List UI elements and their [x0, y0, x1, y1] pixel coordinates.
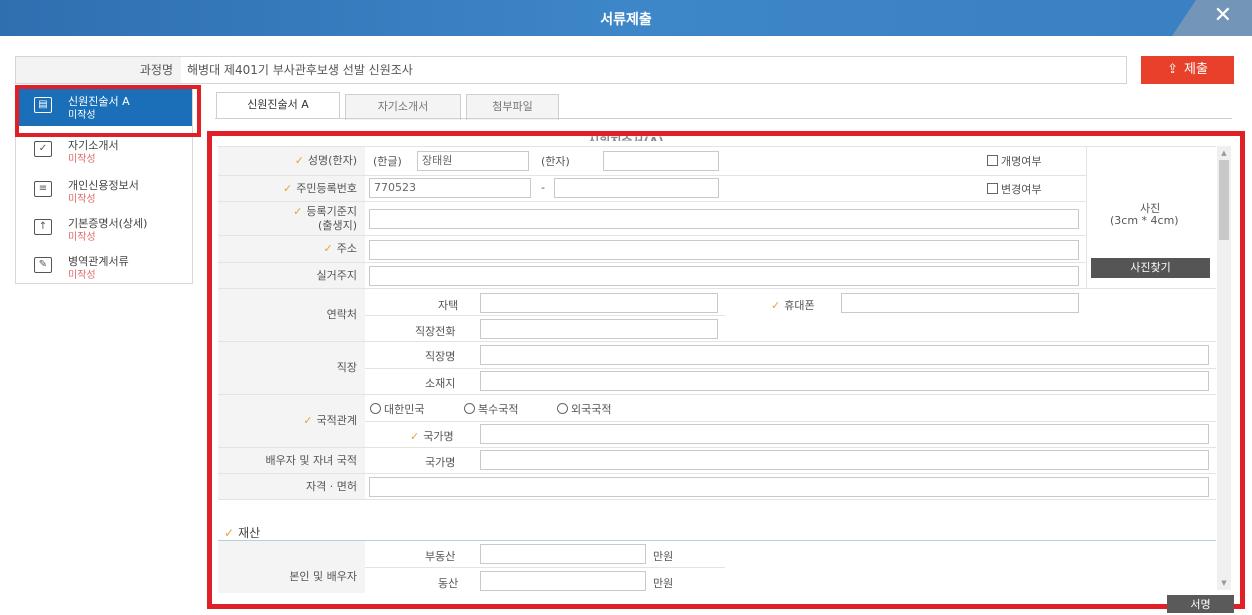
window-title: 서류제출 — [600, 12, 652, 28]
sidebar-item-status: 미작성 — [68, 194, 96, 205]
sidebar-item-statement-a[interactable]: ▤ 신원진술서 A 미작성 — [16, 88, 192, 126]
submit-label[interactable]: 제출 — [1184, 62, 1208, 77]
sidebar-item-status: 미작성 — [68, 232, 96, 243]
sidebar-item-military[interactable]: ✎ 병역관계서류 미작성 — [16, 248, 192, 286]
document-sidebar: ▤ 신원진술서 A 미작성 ✓ 자기소개서 미작성 ≡ 개인신용정보서 미작성 … — [15, 88, 193, 284]
edit-icon: ✎ — [34, 257, 52, 273]
course-name: 해병대 제401기 부사관후보생 선발 신원조사 — [187, 63, 413, 77]
check-icon: ✓ — [34, 141, 52, 157]
sidebar-item-credit-info[interactable]: ≡ 개인신용정보서 미작성 — [16, 172, 192, 210]
course-label: 과정명 — [16, 57, 181, 83]
close-button[interactable]: ✕ — [1172, 0, 1252, 36]
list-icon: ≡ — [34, 181, 52, 197]
upload-icon: ⇪ — [1167, 62, 1178, 77]
tab-self-intro[interactable]: 자기소개서 — [345, 94, 461, 120]
sidebar-item-status: 미작성 — [68, 270, 96, 281]
close-icon[interactable]: ✕ — [1214, 5, 1232, 27]
tab-statement-a[interactable]: 신원진술서 A — [216, 92, 340, 119]
document-icon: ▤ — [34, 97, 52, 113]
sidebar-item-status: 미작성 — [68, 110, 96, 121]
submit-button[interactable]: ⇪ 제출 — [1141, 56, 1234, 84]
upload-box-icon: ↑ — [34, 219, 52, 235]
sidebar-item-basic-cert[interactable]: ↑ 기본증명서(상세) 미작성 — [16, 210, 192, 248]
course-bar: 과정명 해병대 제401기 부사관후보생 선발 신원조사 — [15, 56, 1127, 84]
window-titlebar: 서류제출 ✕ — [0, 0, 1252, 36]
sign-button[interactable]: 서명 — [1167, 595, 1234, 613]
tab-divider — [215, 118, 1232, 119]
sidebar-item-status: 미작성 — [68, 154, 96, 165]
highlight-box — [207, 131, 1245, 609]
tab-attachments[interactable]: 첨부파일 — [466, 94, 559, 120]
